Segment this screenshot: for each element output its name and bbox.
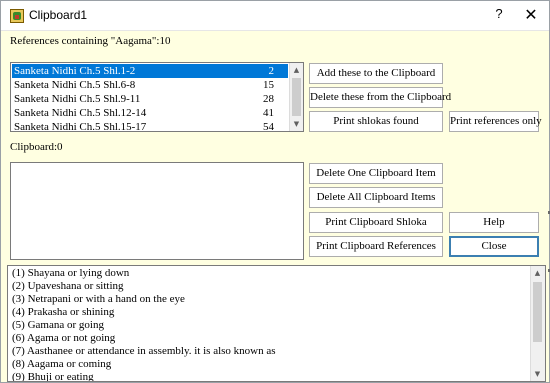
delete-from-clipboard-button[interactable]: Delete these from the Clipboard bbox=[309, 87, 451, 108]
description-line: (8) Aagama or coming bbox=[12, 358, 112, 370]
reference-text: Sanketa Nidhi Ch.5 Shl.1-2 bbox=[14, 65, 136, 77]
print-clipboard-references-button[interactable]: Print Clipboard References bbox=[309, 236, 443, 257]
print-references-only-button[interactable]: Print references only bbox=[449, 111, 542, 132]
reference-text: Sanketa Nidhi Ch.5 Shl.12-14 bbox=[14, 107, 147, 119]
window-title: Clipboard1 bbox=[29, 8, 88, 22]
help-icon[interactable]: ? bbox=[492, 6, 506, 24]
clipboard-dialog: Clipboard1 ? ✕ References containing "Aa… bbox=[0, 0, 550, 383]
add-to-clipboard-button[interactable]: Add these to the Clipboard bbox=[309, 63, 443, 84]
reference-text: Sanketa Nidhi Ch.5 Shl.9-11 bbox=[14, 93, 141, 105]
delete-all-clipboard-items-button[interactable]: Delete All Clipboard Items bbox=[309, 187, 443, 208]
scroll-thumb[interactable] bbox=[292, 78, 301, 116]
description-textbox[interactable]: (1) Shayana or lying down (2) Upaveshana… bbox=[7, 265, 546, 382]
description-line: (6) Agama or not going bbox=[12, 332, 116, 344]
reference-value: 54 bbox=[263, 121, 274, 132]
print-clipboard-shloka-button[interactable]: Print Clipboard Shloka bbox=[309, 212, 443, 233]
scroll-up-arrow-icon[interactable]: ▲ bbox=[531, 266, 544, 280]
delete-one-clipboard-item-button[interactable]: Delete One Clipboard Item bbox=[309, 163, 443, 184]
reference-row[interactable]: Sanketa Nidhi Ch.5 Shl.15-17 54 bbox=[12, 120, 288, 132]
description-line: (1) Shayana or lying down bbox=[12, 267, 130, 279]
reference-text: Sanketa Nidhi Ch.5 Shl.6-8 bbox=[14, 79, 136, 91]
description-scrollbar[interactable]: ▲ ▼ bbox=[530, 266, 545, 381]
reference-row[interactable]: Sanketa Nidhi Ch.5 Shl.1-2 2 bbox=[12, 64, 288, 78]
clipboard-count-label: Clipboard:0 bbox=[10, 141, 63, 153]
close-button[interactable]: Close bbox=[449, 236, 539, 257]
title-bar[interactable]: Clipboard1 ? ✕ bbox=[1, 1, 549, 31]
references-scrollbar[interactable]: ▲ ▼ bbox=[289, 63, 303, 131]
description-line: (3) Netrapani or with a hand on the eye bbox=[12, 293, 185, 305]
description-line: (5) Gamana or going bbox=[12, 319, 104, 331]
scroll-up-arrow-icon[interactable]: ▲ bbox=[290, 63, 303, 77]
clipboard-listbox[interactable] bbox=[10, 162, 304, 260]
reference-value: 15 bbox=[263, 79, 274, 91]
reference-row[interactable]: Sanketa Nidhi Ch.5 Shl.6-8 15 bbox=[12, 78, 288, 92]
references-count-label: References containing "Aagama":10 bbox=[10, 35, 171, 47]
close-icon[interactable]: ✕ bbox=[524, 5, 538, 24]
reference-row[interactable]: Sanketa Nidhi Ch.5 Shl.12-14 41 bbox=[12, 106, 288, 120]
references-listbox[interactable]: Sanketa Nidhi Ch.5 Shl.1-2 2 Sanketa Nid… bbox=[10, 62, 304, 132]
scroll-thumb[interactable] bbox=[533, 282, 542, 342]
scroll-down-arrow-icon[interactable]: ▼ bbox=[290, 117, 303, 131]
reference-text: Sanketa Nidhi Ch.5 Shl.15-17 bbox=[14, 121, 147, 132]
app-icon bbox=[10, 9, 24, 23]
print-shlokas-found-button[interactable]: Print shlokas found bbox=[309, 111, 443, 132]
scroll-down-arrow-icon[interactable]: ▼ bbox=[531, 367, 544, 381]
description-line: (7) Aasthanee or attendance in assembly.… bbox=[12, 345, 276, 357]
reference-value: 28 bbox=[263, 93, 274, 105]
reference-row[interactable]: Sanketa Nidhi Ch.5 Shl.9-11 28 bbox=[12, 92, 288, 106]
description-line: (9) Bhuji or eating bbox=[12, 371, 94, 382]
description-line: (2) Upaveshana or sitting bbox=[12, 280, 124, 292]
reference-value: 41 bbox=[263, 107, 274, 119]
help-button[interactable]: Help bbox=[449, 212, 539, 233]
description-line: (4) Prakasha or shining bbox=[12, 306, 115, 318]
reference-value: 2 bbox=[268, 65, 275, 77]
